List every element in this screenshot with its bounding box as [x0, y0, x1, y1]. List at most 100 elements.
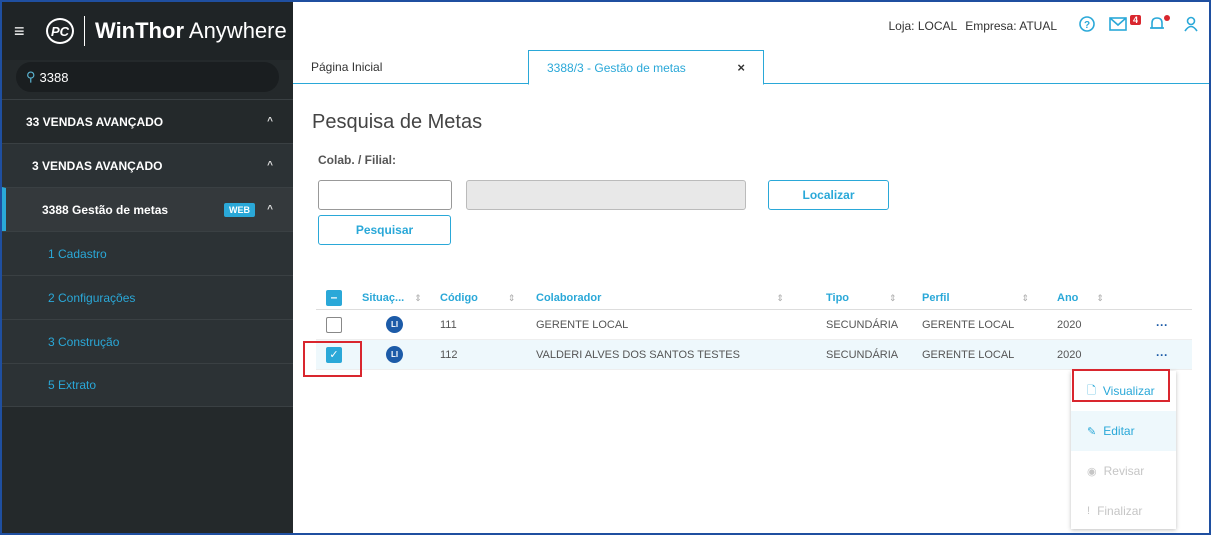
svg-text:?: ?	[1084, 20, 1090, 31]
row-checkbox[interactable]	[326, 316, 342, 333]
sort-icon: ⇕	[1021, 292, 1030, 303]
sidebar-item-vendas-avancado-3[interactable]: 3 VENDAS AVANÇADO ^	[2, 143, 293, 187]
sidebar-item-label: 3 VENDAS AVANÇADO	[32, 158, 163, 173]
mail-count-badge: 4	[1129, 14, 1141, 25]
sort-icon: ⇕	[414, 292, 422, 303]
brand-title: WinThor Anywhere	[95, 18, 287, 44]
tab-bar: Página Inicial 3388/3 - Gestão de metas …	[293, 50, 1209, 85]
highlight-visualizar	[1072, 369, 1170, 402]
search-icon: ⚲	[26, 69, 36, 84]
sidebar-item-label: 1 Cadastro	[48, 246, 107, 261]
sidebar-search: ⚲	[16, 62, 279, 92]
menu-item-editar[interactable]: ✎ Editar	[1071, 411, 1176, 451]
web-badge: WEB	[224, 202, 255, 217]
chevron-up-icon: ^	[267, 160, 273, 171]
column-header-label: Código	[440, 291, 478, 304]
sidebar-item-label: 33 VENDAS AVANÇADO	[26, 114, 164, 129]
store-label: Loja: LOCAL	[888, 19, 958, 33]
brand-light: Anywhere	[184, 18, 287, 43]
column-header-ano[interactable]: Ano ⇕	[1057, 292, 1104, 304]
close-icon[interactable]: ×	[737, 60, 745, 75]
menu-item-revisar: ◉ Revisar	[1071, 451, 1176, 491]
sort-icon: ⇕	[776, 292, 784, 303]
sort-icon: ⇕	[1096, 292, 1104, 303]
pc-logo: PC	[46, 18, 74, 44]
cell-colaborador: GERENTE LOCAL	[536, 318, 629, 331]
logo-divider	[84, 16, 85, 46]
tab-pagina-inicial[interactable]: Página Inicial	[293, 50, 528, 84]
user-icon[interactable]	[1183, 16, 1199, 37]
menu-item-label: Finalizar	[1097, 504, 1143, 518]
row-actions-icon[interactable]: ···	[1156, 318, 1168, 332]
cell-ano: 2020	[1057, 348, 1082, 361]
table-row[interactable]: LI 111 GERENTE LOCAL SECUNDÁRIA GERENTE …	[316, 310, 1192, 340]
sidebar-item-cadastro[interactable]: 1 Cadastro	[2, 231, 293, 275]
column-header-label: Perfil	[922, 291, 950, 304]
sidebar-item-vendas-avancado-33[interactable]: 33 VENDAS AVANÇADO ^	[2, 99, 293, 143]
eye-icon: ◉	[1087, 465, 1097, 478]
table-row[interactable]: ✓ LI 112 VALDERI ALVES DOS SANTOS TESTES…	[316, 340, 1192, 370]
sort-icon: ⇕	[889, 292, 897, 303]
column-header-colaborador[interactable]: Colaborador ⇕	[536, 292, 784, 304]
sidebar-item-label: 5 Extrato	[48, 378, 97, 392]
pencil-icon: ✎	[1087, 425, 1097, 438]
colab-code-input[interactable]	[318, 180, 452, 210]
hamburger-menu-icon[interactable]: ≡	[14, 21, 38, 42]
help-icon[interactable]: ?	[1079, 15, 1095, 37]
sidebar-item-label: 3 Construção	[48, 334, 120, 349]
select-all-checkbox[interactable]: –	[326, 289, 342, 306]
highlight-selected-checkbox	[303, 341, 362, 377]
select-all-wrapper: –	[326, 289, 342, 306]
tab-label: Página Inicial	[311, 60, 383, 74]
colab-filial-label: Colab. / Filial:	[318, 153, 397, 167]
localizar-button[interactable]: Localizar	[768, 180, 889, 210]
cell-tipo: SECUNDÁRIA	[826, 318, 899, 331]
column-header-label: Situaç...	[362, 291, 405, 304]
column-header-codigo[interactable]: Código ⇕	[440, 292, 515, 304]
column-header-situacao[interactable]: Situaç... ⇕	[362, 292, 422, 304]
status-badge-wrapper: LI	[386, 346, 403, 363]
sidebar-menu: 33 VENDAS AVANÇADO ^ 3 VENDAS AVANÇADO ^…	[2, 99, 293, 407]
mail-icon[interactable]: 4	[1109, 14, 1141, 36]
menu-item-label: Revisar	[1103, 464, 1145, 478]
column-header-label: Ano	[1057, 291, 1079, 304]
status-badge: LI	[386, 346, 403, 363]
cell-codigo: 112	[440, 348, 458, 361]
sidebar-item-configuracoes[interactable]: 2 Configurações	[2, 275, 293, 319]
sidebar-item-label: 2 Configurações	[48, 290, 136, 305]
table-header: – Situaç... ⇕ Código ⇕ Colaborador ⇕ Tipo ⇕ …	[316, 286, 1192, 310]
sidebar-item-extrato[interactable]: 5 Extrato	[2, 363, 293, 407]
chevron-up-icon: ^	[267, 116, 273, 127]
sidebar-header: ≡ PC WinThor Anywhere	[2, 2, 293, 60]
top-bar: Loja: LOCAL Empresa: ATUAL ? 4	[293, 2, 1209, 50]
column-header-label: Tipo	[826, 291, 850, 304]
chevron-up-icon: ^	[267, 204, 273, 215]
cell-perfil: GERENTE LOCAL	[922, 318, 1015, 331]
column-header-label: Colaborador	[536, 291, 602, 304]
cell-perfil: GERENTE LOCAL	[922, 348, 1015, 361]
company-label: Empresa: ATUAL	[965, 19, 1057, 33]
pesquisar-button[interactable]: Pesquisar	[318, 215, 451, 245]
colab-name-input	[466, 180, 746, 210]
row-checkbox-wrapper	[326, 316, 342, 333]
status-badge: LI	[386, 316, 403, 333]
menu-item-label: Editar	[1103, 424, 1135, 438]
column-header-tipo[interactable]: Tipo ⇕	[826, 292, 897, 304]
tab-gestao-de-metas[interactable]: 3388/3 - Gestão de metas ×	[528, 50, 764, 85]
brand-bold: WinThor	[95, 18, 184, 43]
row-actions-icon[interactable]: ···	[1156, 348, 1168, 362]
exclamation-icon: !	[1087, 505, 1091, 517]
sidebar-search-input[interactable]	[39, 69, 260, 85]
cell-ano: 2020	[1057, 318, 1082, 331]
tab-label: 3388/3 - Gestão de metas	[547, 60, 686, 75]
page-title: Pesquisa de Metas	[312, 111, 483, 133]
sidebar-item-construcao[interactable]: 3 Construção	[2, 319, 293, 363]
sidebar-item-gestao-de-metas[interactable]: 3388 Gestão de metas WEB ^	[2, 187, 293, 231]
sidebar: ≡ PC WinThor Anywhere ⚲ 33 VENDAS AVANÇA…	[2, 2, 293, 533]
menu-item-finalizar: ! Finalizar	[1071, 491, 1176, 531]
sidebar-item-label: 3388 Gestão de metas	[42, 202, 169, 217]
status-badge-wrapper: LI	[386, 316, 403, 333]
column-header-perfil[interactable]: Perfil ⇕	[922, 292, 1029, 304]
bell-icon[interactable]	[1149, 14, 1170, 37]
cell-tipo: SECUNDÁRIA	[826, 348, 899, 361]
